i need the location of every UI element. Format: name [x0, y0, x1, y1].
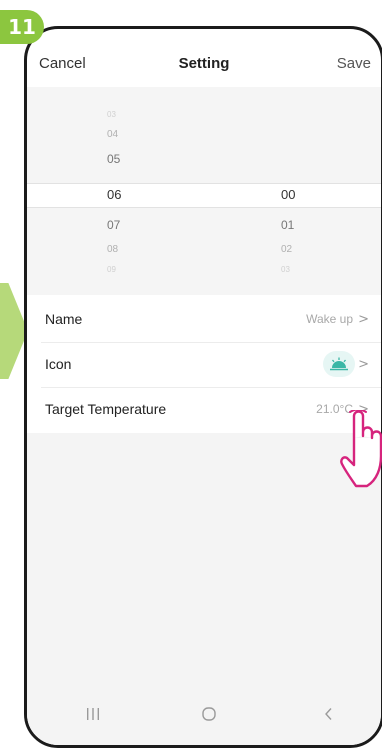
- picker-selection-band: [27, 183, 381, 208]
- hour-option[interactable]: 09: [107, 265, 137, 274]
- settings-list: Name Wake up > Icon > Target Temperature…: [27, 297, 381, 433]
- page-title: Setting: [178, 55, 230, 72]
- hour-option[interactable]: 03: [107, 110, 137, 119]
- hour-option[interactable]: 05: [107, 152, 137, 166]
- home-icon[interactable]: [201, 707, 217, 726]
- minute-option[interactable]: 03: [281, 265, 311, 274]
- name-row[interactable]: Name Wake up >: [41, 297, 381, 343]
- save-button[interactable]: Save: [337, 55, 371, 72]
- hour-option[interactable]: 07: [107, 218, 137, 232]
- chevron-right-icon: >: [358, 312, 369, 327]
- chevron-right-icon: >: [358, 357, 369, 372]
- hour-option[interactable]: 04: [107, 129, 137, 140]
- time-picker[interactable]: 03 04 05 06 07 08 09 00 01 02 03: [27, 87, 381, 295]
- step-number-badge: 11: [0, 10, 44, 44]
- system-navigation-bar: [27, 689, 381, 745]
- target-temperature-label: Target Temperature: [45, 401, 167, 417]
- top-bar: Cancel Setting Save: [27, 29, 381, 95]
- recents-icon[interactable]: [85, 707, 101, 726]
- tap-hand-icon: [340, 410, 382, 488]
- name-label: Name: [45, 311, 83, 327]
- hour-option[interactable]: 08: [107, 244, 137, 255]
- minute-option-selected[interactable]: 00: [281, 187, 311, 202]
- hour-option-selected[interactable]: 06: [107, 187, 137, 202]
- phone-frame: Cancel Setting Save 03 04 05 06 07 08 09…: [24, 26, 382, 748]
- name-value: Wake up: [306, 312, 353, 326]
- sunrise-icon: [323, 351, 355, 377]
- icon-row[interactable]: Icon >: [41, 342, 381, 388]
- icon-label: Icon: [45, 356, 72, 372]
- target-temperature-row[interactable]: Target Temperature 21.0°C >: [41, 387, 381, 432]
- minute-option[interactable]: 01: [281, 218, 311, 232]
- minute-option[interactable]: 02: [281, 244, 311, 255]
- back-icon[interactable]: [323, 707, 335, 726]
